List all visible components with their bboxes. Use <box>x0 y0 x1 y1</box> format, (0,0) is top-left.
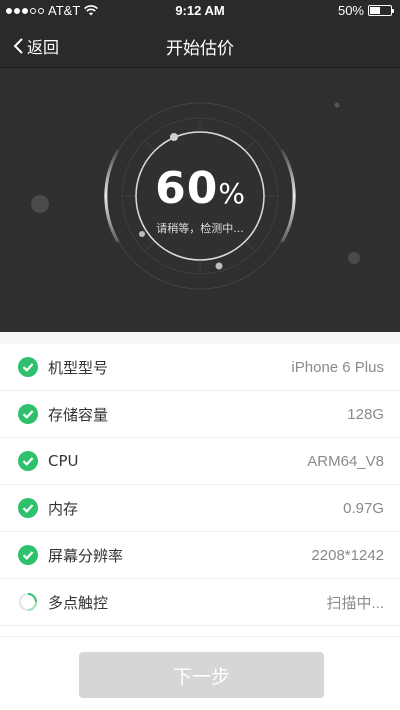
status-bar: AT&T 9:12 AM 50% <box>0 0 400 22</box>
section-gap <box>0 332 400 344</box>
check-circle-icon <box>18 498 38 518</box>
item-value: 扫描中... <box>326 594 384 612</box>
footer-bar: 下一步 <box>0 636 400 710</box>
progress-percent: 60 <box>155 163 219 214</box>
item-label: 存储容量 <box>48 405 109 424</box>
list-item: 机型型号 iPhone 6 Plus <box>0 344 400 391</box>
status-right: 50% <box>337 3 394 18</box>
gauge-orbit-dot <box>215 262 223 270</box>
check-circle-icon <box>18 545 38 565</box>
item-label: 屏幕分辨率 <box>48 546 124 565</box>
check-circle-icon <box>18 451 38 471</box>
gauge-orbit-dot <box>170 133 178 141</box>
list-item: 内存 0.97G <box>0 485 400 532</box>
list-item: 屏幕分辨率 2208*1242 <box>0 532 400 579</box>
next-step-button[interactable]: 下一步 <box>79 652 324 698</box>
list-item: 存储容量 128G <box>0 391 400 438</box>
item-value: 2208*1242 <box>311 546 384 564</box>
item-value: ARM64_V8 <box>307 452 384 470</box>
page-title: 开始估价 <box>166 39 234 59</box>
battery-percent: 50% <box>337 3 364 18</box>
decor-bubble <box>334 102 340 108</box>
progress-status-text: 请稍等，检测中... <box>156 222 244 235</box>
item-label: CPU <box>48 452 79 470</box>
check-circle-icon <box>18 357 38 377</box>
list-item: CPU ARM64_V8 <box>0 438 400 485</box>
check-circle-icon <box>18 404 38 424</box>
item-label: 内存 <box>48 499 79 518</box>
list-item: 多点触控 扫描中... <box>0 579 400 626</box>
battery-icon <box>368 5 394 16</box>
progress-percent-sign: % <box>218 177 245 210</box>
item-value: 128G <box>347 405 384 423</box>
item-label: 机型型号 <box>48 358 109 377</box>
scan-gauge-panel: 60% 请稍等，检测中... <box>0 68 400 332</box>
progress-readout: 60% <box>0 163 400 214</box>
item-label: 多点触控 <box>48 593 109 612</box>
decor-bubble <box>348 252 360 264</box>
item-value: 0.97G <box>343 499 384 517</box>
spinner-icon <box>19 593 37 611</box>
item-value: iPhone 6 Plus <box>291 358 384 376</box>
detection-list: 机型型号 iPhone 6 Plus 存储容量 128G CPU ARM64_V… <box>0 344 400 626</box>
nav-bar: 返回 开始估价 <box>0 22 400 68</box>
